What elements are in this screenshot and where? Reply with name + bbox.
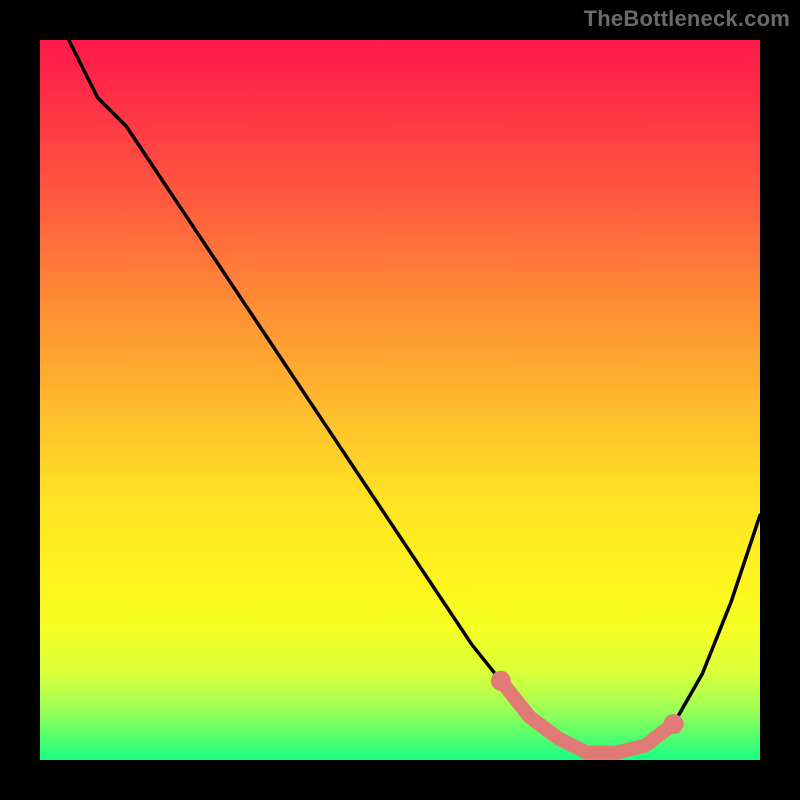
bottleneck-curve <box>69 40 760 753</box>
chart-svg <box>40 40 760 760</box>
chart-frame: TheBottleneck.com <box>0 0 800 800</box>
optimal-range-highlight <box>501 681 674 753</box>
optimal-range-start-dot <box>491 671 511 691</box>
plot-area <box>40 40 760 760</box>
chart-layer <box>69 40 760 753</box>
watermark-text: TheBottleneck.com <box>584 6 790 32</box>
optimal-range-end-dot <box>664 714 684 734</box>
